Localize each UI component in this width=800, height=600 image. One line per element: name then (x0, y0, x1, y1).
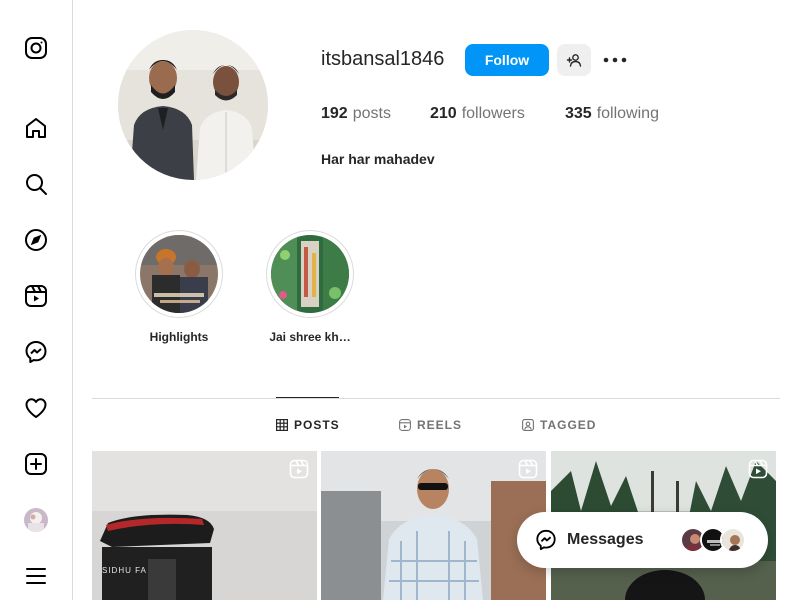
reel-indicator-icon (289, 459, 309, 479)
tagged-icon (522, 419, 534, 431)
messages-label: Messages (567, 531, 644, 548)
followers-count: 210 (430, 105, 457, 122)
reels-icon (399, 419, 411, 431)
message-avatars (680, 527, 746, 553)
reels-icon[interactable] (24, 284, 48, 308)
highlight-label: Highlights (149, 330, 209, 344)
tabs-divider (92, 398, 780, 399)
menu-icon[interactable] (24, 564, 48, 588)
posts-stat: 192 posts (321, 105, 391, 123)
highlight-item[interactable]: Highlights (135, 230, 223, 344)
highlight-label: Jai shree kh… (269, 330, 351, 344)
post-thumbnail[interactable]: SIDHU FA (92, 451, 317, 600)
explore-icon[interactable] (24, 228, 48, 252)
following-stat[interactable]: 335 following (565, 105, 659, 123)
sidebar (0, 0, 73, 600)
messenger-icon[interactable] (24, 340, 48, 364)
avatar (720, 527, 746, 553)
highlight-item[interactable]: Jai shree kh… (266, 230, 354, 344)
more-options-button[interactable] (603, 50, 627, 70)
tab-tagged[interactable]: TAGGED (522, 418, 596, 432)
posts-count: 192 (321, 105, 348, 122)
tab-label: TAGGED (540, 418, 597, 432)
reel-indicator-icon (748, 459, 768, 479)
create-icon[interactable] (24, 452, 48, 476)
heart-icon[interactable] (24, 396, 48, 420)
search-icon[interactable] (24, 172, 48, 196)
following-label: following (596, 105, 659, 122)
messages-button[interactable]: Messages (517, 512, 768, 568)
post-caption: SIDHU FA (102, 566, 147, 575)
instagram-logo-icon[interactable] (24, 36, 48, 60)
suggested-accounts-button[interactable] (557, 44, 591, 76)
add-person-icon (566, 54, 582, 67)
profile-username: itsbansal1846 (321, 48, 445, 70)
tab-label: POSTS (294, 418, 340, 432)
messenger-icon (536, 529, 556, 551)
active-tab-indicator (276, 397, 339, 398)
home-icon[interactable] (24, 116, 48, 140)
highlight-cover (271, 235, 349, 313)
posts-label: posts (352, 105, 391, 122)
profile-picture[interactable] (118, 30, 268, 180)
profile-avatar[interactable] (24, 508, 48, 532)
post-thumbnail[interactable] (321, 451, 546, 600)
tab-posts[interactable]: POSTS (276, 418, 340, 432)
following-count: 335 (565, 105, 592, 122)
reel-indicator-icon (518, 459, 538, 479)
followers-label: followers (461, 105, 525, 122)
more-options-icon (603, 57, 627, 63)
follow-button[interactable]: Follow (465, 44, 549, 76)
profile-bio: Har har mahadev (321, 151, 435, 167)
grid-icon (276, 419, 288, 431)
followers-stat[interactable]: 210 followers (430, 105, 525, 123)
tab-label: REELS (417, 418, 463, 432)
tab-reels[interactable]: REELS (399, 418, 462, 432)
highlight-cover (140, 235, 218, 313)
